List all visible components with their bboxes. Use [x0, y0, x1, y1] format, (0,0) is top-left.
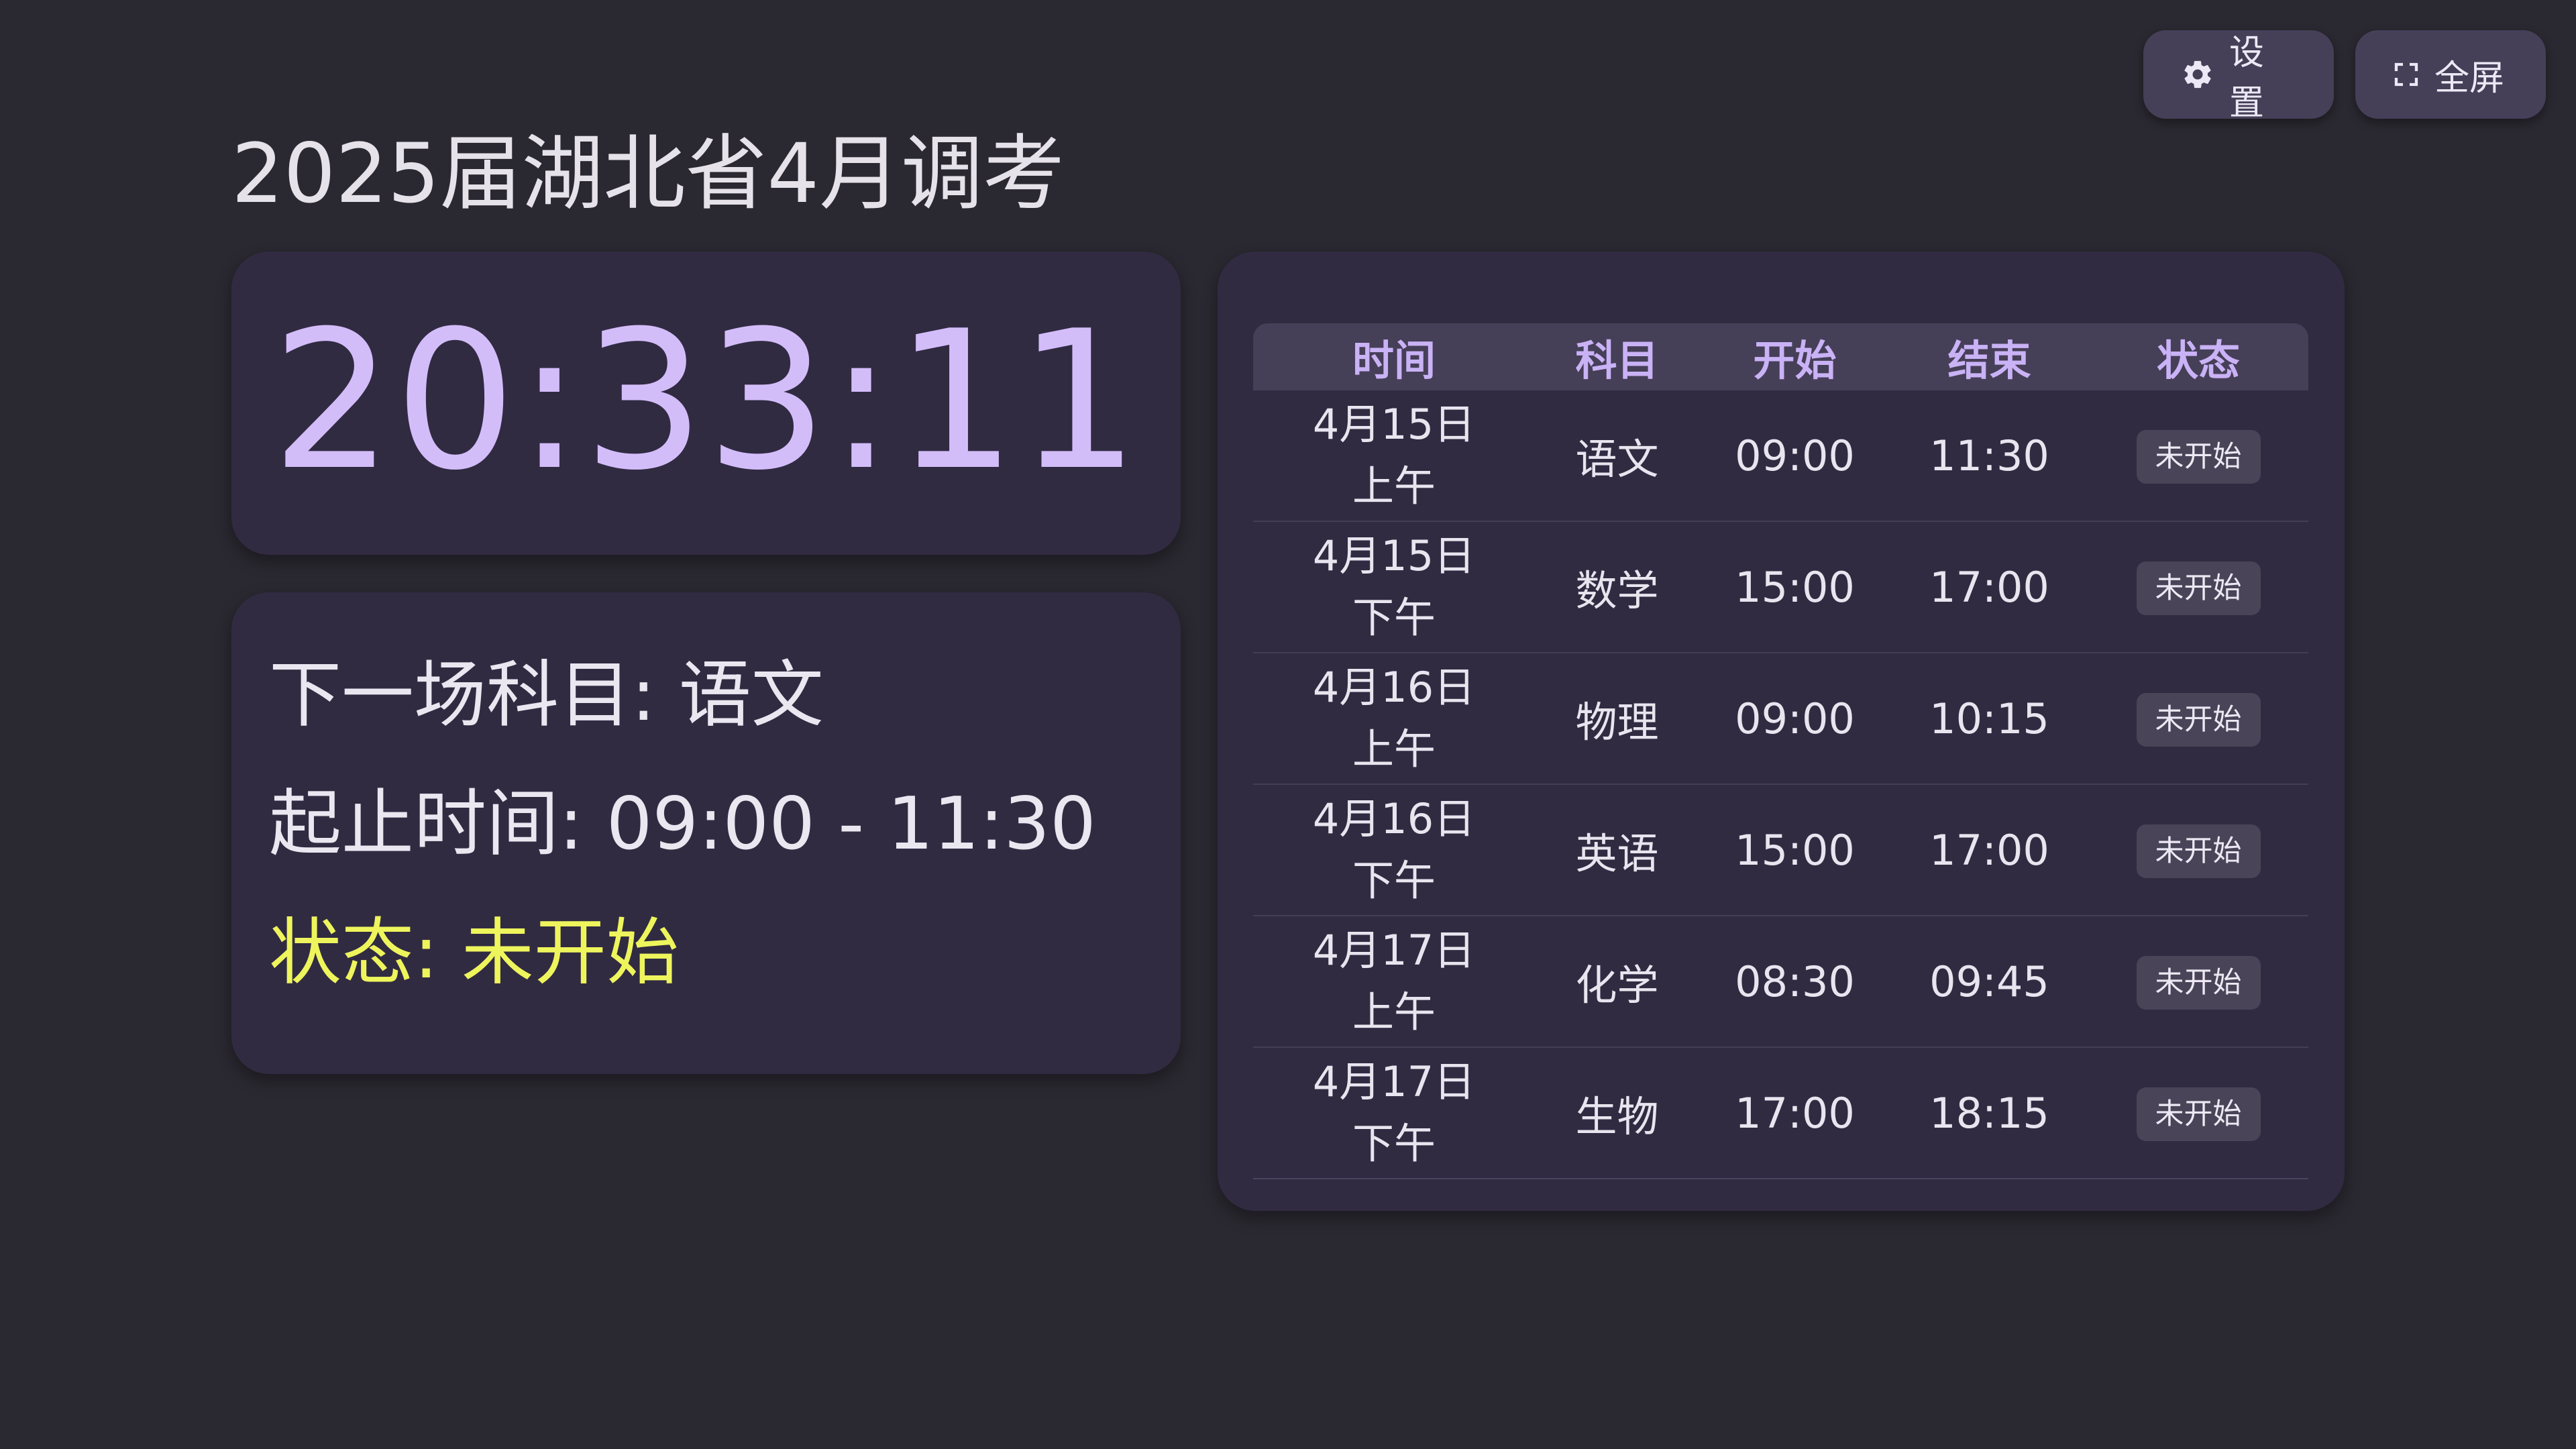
time-range: 起止时间: 09:00 - 11:30 — [269, 782, 1096, 866]
table-row: 4月16日上午 物理 09:00 10:15 未开始 — [1253, 653, 2308, 785]
row-period: 上午 — [1352, 987, 1436, 1036]
table-row: 4月15日上午 语文 09:00 11:30 未开始 — [1253, 390, 2308, 522]
subject-cell: 物理 — [1535, 653, 1699, 785]
fullscreen-label: 全屏 — [2434, 58, 2505, 99]
status-badge: 未开始 — [2136, 561, 2261, 615]
status-badge: 未开始 — [2136, 1087, 2261, 1141]
exam-status: 状态: 未开始 — [269, 911, 679, 995]
next-subject: 下一场科目: 语文 — [269, 653, 824, 737]
status-cell: 未开始 — [2088, 916, 2308, 1048]
current-time: 20:33:11 — [271, 289, 1141, 513]
table-row: 4月15日下午 数学 15:00 17:00 未开始 — [1253, 521, 2308, 653]
subject-cell: 化学 — [1535, 916, 1699, 1048]
start-cell: 09:00 — [1699, 390, 1890, 522]
start-cell: 15:00 — [1699, 521, 1890, 653]
exam-title: 2025届湖北省4月调考 — [231, 126, 1065, 221]
subject-cell: 生物 — [1535, 1047, 1699, 1179]
start-cell: 17:00 — [1699, 1047, 1890, 1179]
status-cell: 未开始 — [2088, 784, 2308, 916]
status-badge: 未开始 — [2136, 956, 2261, 1010]
next-exam-card: 下一场科目: 语文 起止时间: 09:00 - 11:30 状态: 未开始 — [231, 592, 1181, 1074]
date-cell: 4月17日下午 — [1253, 1047, 1535, 1179]
schedule-card: 时间 科目 开始 结束 状态 4月15日 上午 语文 09:00 11:30 未开… — [1218, 252, 2345, 1211]
date-cell: 4月16日上午 — [1253, 653, 1535, 785]
row-period: 下午 — [1352, 856, 1436, 905]
row-date: 4月17日 — [1312, 926, 1476, 975]
row-date: 4月16日 — [1312, 794, 1476, 843]
date-cell: 4月16日下午 — [1253, 784, 1535, 916]
fullscreen-icon — [2393, 61, 2420, 88]
end-cell: 11:30 — [1890, 390, 2088, 522]
start-cell: 09:00 — [1699, 653, 1890, 785]
status-badge: 未开始 — [2136, 430, 2261, 484]
settings-label: 设置 — [2229, 33, 2265, 123]
status-cell: 未开始 — [2088, 1047, 2308, 1179]
date-cell: 4月15日上午 — [1253, 390, 1535, 522]
settings-button[interactable]: 设置 — [2143, 30, 2334, 123]
column-header-status: 状态 — [2088, 323, 2308, 390]
row-period: 下午 — [1352, 593, 1436, 642]
end-cell: 17:00 — [1890, 521, 2088, 653]
subject-cell: 语文 — [1535, 390, 1699, 522]
table-header-row: 时间 科目 开始 结束 状态 — [1253, 323, 2308, 390]
row-date: 4月16日 — [1312, 663, 1476, 712]
status-cell: 未开始 — [2088, 390, 2308, 522]
end-cell: 17:00 — [1890, 784, 2088, 916]
start-cell: 08:30 — [1699, 916, 1890, 1048]
schedule-table: 时间 科目 开始 结束 状态 4月15日 上午 语文 09:00 11:30 未开… — [1253, 323, 2308, 1179]
start-cell: 15:00 — [1699, 784, 1890, 916]
top-actions: 设置 全屏 — [2143, 30, 2546, 123]
status-cell: 未开始 — [2088, 521, 2308, 653]
end-cell: 10:15 — [1890, 653, 2088, 785]
row-date: 4月17日 — [1312, 1057, 1476, 1106]
end-cell: 09:45 — [1890, 916, 2088, 1048]
status-cell: 未开始 — [2088, 653, 2308, 785]
date-cell: 4月17日上午 — [1253, 916, 1535, 1048]
end-cell: 18:15 — [1890, 1047, 2088, 1179]
column-header-end: 结束 — [1890, 323, 2088, 390]
subject-cell: 数学 — [1535, 521, 1699, 653]
date-cell: 4月15日下午 — [1253, 521, 1535, 653]
status-badge: 未开始 — [2136, 693, 2261, 747]
column-header-time: 时间 — [1253, 323, 1535, 390]
fullscreen-button[interactable]: 全屏 — [2355, 30, 2546, 119]
status-badge: 未开始 — [2136, 824, 2261, 878]
column-header-subject: 科目 — [1535, 323, 1699, 390]
row-date: 4月15日 — [1312, 531, 1476, 580]
gear-icon — [2181, 58, 2214, 91]
row-period: 上午 — [1352, 724, 1436, 773]
row-date: 4月15日 — [1312, 400, 1476, 449]
row-period: 上午 — [1352, 462, 1436, 511]
row-period: 下午 — [1352, 1119, 1436, 1168]
table-row: 4月17日上午 化学 08:30 09:45 未开始 — [1253, 916, 2308, 1048]
table-row: 4月16日下午 英语 15:00 17:00 未开始 — [1253, 784, 2308, 916]
column-header-start: 开始 — [1699, 323, 1890, 390]
table-row: 4月17日下午 生物 17:00 18:15 未开始 — [1253, 1047, 2308, 1179]
subject-cell: 英语 — [1535, 784, 1699, 916]
clock-card: 20:33:11 — [231, 252, 1181, 555]
